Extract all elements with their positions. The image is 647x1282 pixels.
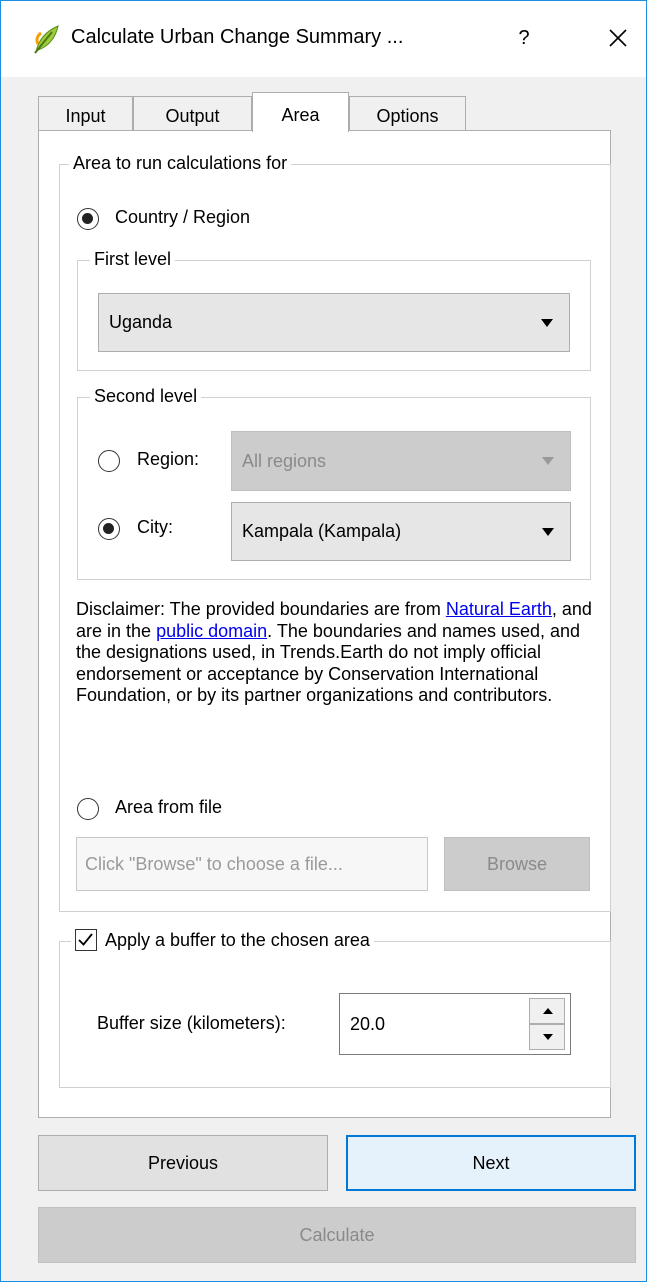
chevron-down-icon [542,527,554,536]
first-level-title: First level [90,249,176,270]
apply-buffer-checkbox[interactable] [75,929,97,951]
city-value: Kampala (Kampala) [242,521,402,541]
chevron-down-icon [542,457,554,465]
close-icon [609,29,627,47]
buffer-size-value: 20.0 [350,1013,386,1034]
region-radio[interactable] [98,450,120,472]
country-value: Uganda [109,312,173,332]
second-level-title: Second level [90,386,202,407]
buffer-size-spinbox[interactable]: 20.0 [339,993,571,1055]
area-group-title: Area to run calculations for [69,153,292,174]
arrow-up-icon [543,1008,553,1014]
region-label: Region: [137,449,200,469]
disclaimer-part1: Disclaimer: The provided boundaries are … [76,599,446,619]
previous-button[interactable]: Previous [38,1135,328,1191]
disclaimer-text: Disclaimer: The provided boundaries are … [76,599,596,707]
help-button[interactable]: ? [509,21,539,55]
file-path-input[interactable]: Click "Browse" to choose a file... [76,837,428,891]
public-domain-link[interactable]: public domain [156,621,267,641]
area-from-file-label: Area from file [115,797,223,817]
buffer-group-header: Apply a buffer to the chosen area [71,929,374,951]
next-button[interactable]: Next [346,1135,636,1191]
region-dropdown[interactable]: All regions [231,431,571,491]
window-title: Calculate Urban Change Summary ... [71,26,404,48]
tab-input[interactable]: Input [38,96,133,132]
browse-button[interactable]: Browse [444,837,590,891]
country-region-radio[interactable] [77,208,99,230]
calculate-button[interactable]: Calculate [38,1207,636,1263]
trends-earth-leaf-icon [34,25,59,54]
area-from-file-radio[interactable] [77,798,99,820]
arrow-down-icon [543,1034,553,1040]
spin-up-button[interactable] [529,998,565,1024]
tab-options[interactable]: Options [349,96,466,132]
city-dropdown[interactable]: Kampala (Kampala) [231,502,571,561]
natural-earth-link[interactable]: Natural Earth [446,599,552,619]
city-label: City: [137,517,173,537]
chevron-down-icon [541,318,553,327]
checkmark-icon [78,933,93,946]
spin-down-button[interactable] [529,1024,565,1050]
buffer-size-label: Buffer size (kilometers): [97,1013,286,1033]
city-radio[interactable] [98,518,120,540]
dialog-window: Calculate Urban Change Summary ... ? Inp… [0,0,647,1282]
apply-buffer-label: Apply a buffer to the chosen area [105,929,370,950]
tab-area[interactable]: Area [252,92,349,134]
region-value: All regions [242,450,327,471]
title-bar: Calculate Urban Change Summary ... ? [1,1,646,77]
country-dropdown[interactable]: Uganda [98,293,570,352]
close-button[interactable] [601,19,635,55]
tab-output[interactable]: Output [133,96,252,132]
country-region-label: Country / Region [115,207,251,227]
